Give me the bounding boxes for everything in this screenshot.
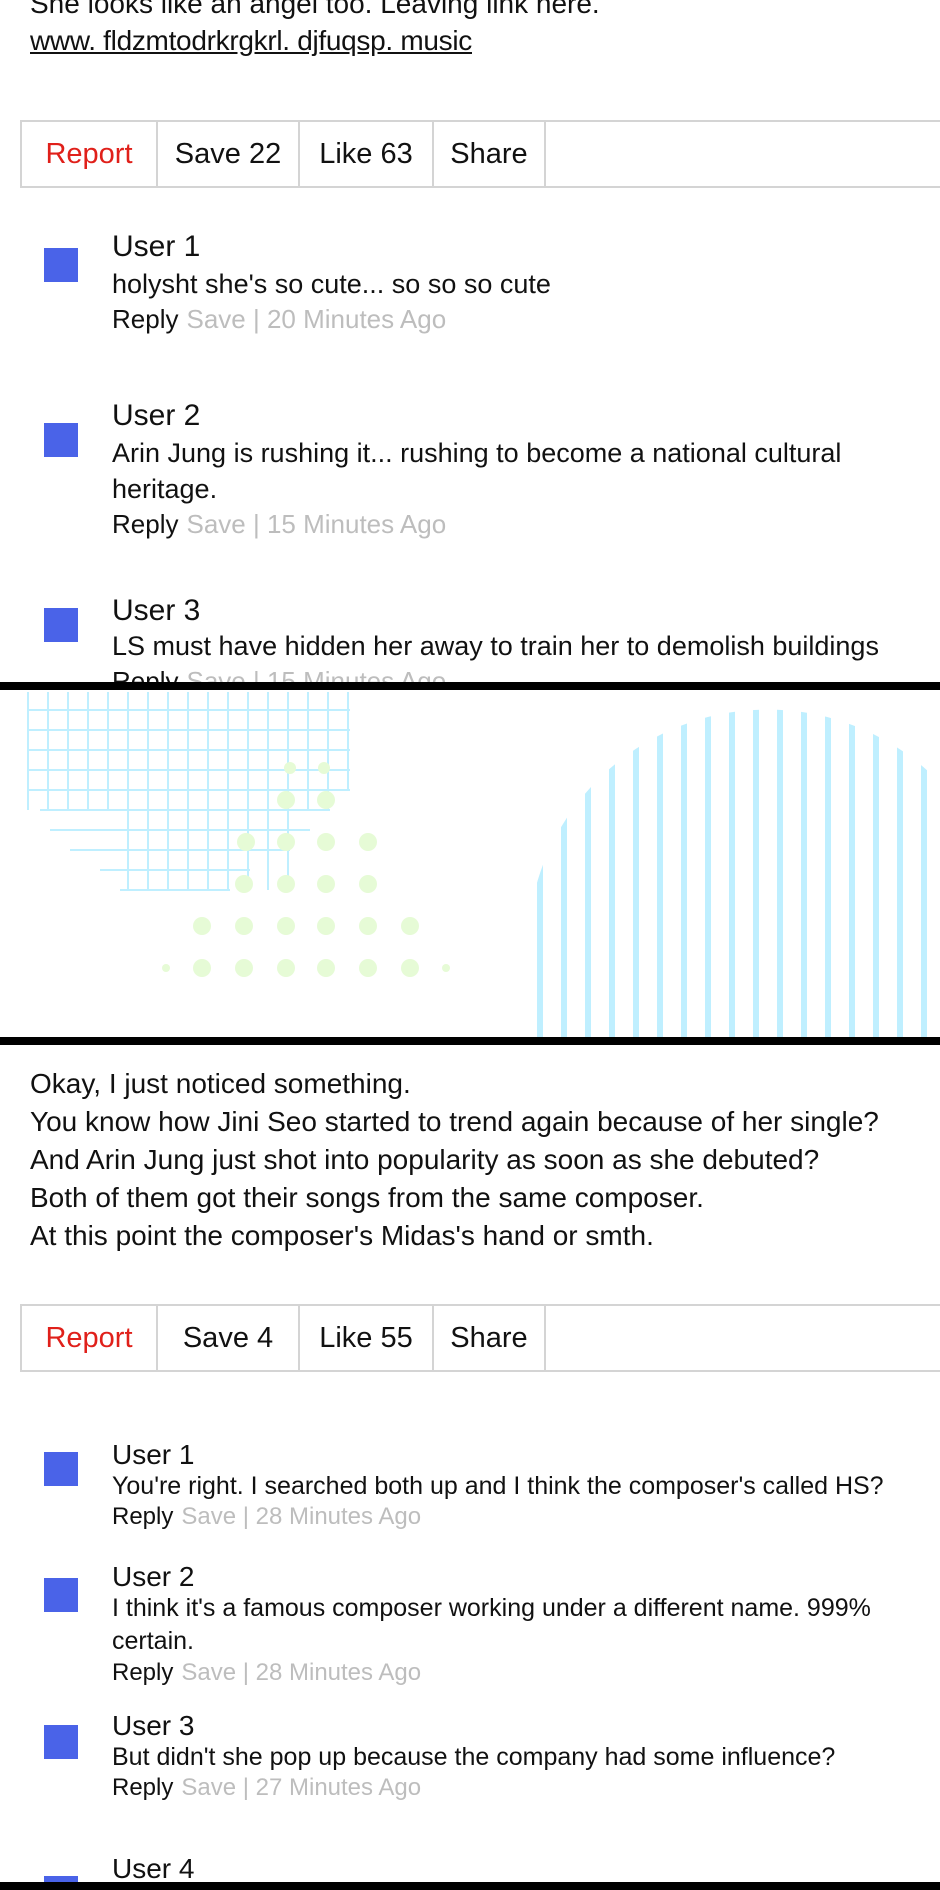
report-button[interactable]: Report <box>22 122 158 186</box>
post-line: Both of them got their songs from the sa… <box>30 1182 704 1213</box>
avatar <box>44 1578 78 1612</box>
stripe-pattern <box>537 709 927 1037</box>
avatar <box>44 608 78 642</box>
comment-timestamp: Save | 27 Minutes Ago <box>181 1774 422 1801</box>
comment-text: I think it's a famous composer working u… <box>112 1594 871 1655</box>
post-line: And Arin Jung just shot into popularity … <box>30 1144 820 1175</box>
avatar <box>44 1452 78 1486</box>
comment-timestamp: Save | 28 Minutes Ago <box>181 1503 422 1530</box>
comment-meta: Reply Save | 15 Minutes Ago <box>112 666 446 682</box>
post-line: Okay, I just noticed something. <box>30 1068 411 1099</box>
reply-button[interactable]: Reply <box>112 666 178 682</box>
reply-button[interactable]: Reply <box>112 1659 173 1686</box>
comment-text: LS must have hidden her away to train he… <box>112 631 879 661</box>
post-line: At this point the composer's Midas's han… <box>30 1220 654 1251</box>
reply-button[interactable]: Reply <box>112 1503 173 1530</box>
post-text: She looks like an angel too. Leaving lin… <box>30 0 600 19</box>
like-button[interactable]: Like 55 <box>300 1306 434 1370</box>
comment-timestamp: Save | 28 Minutes Ago <box>181 1659 422 1686</box>
comment-timestamp: Save | 15 Minutes Ago <box>186 509 447 539</box>
share-button[interactable]: Share <box>434 1306 546 1370</box>
comment-text: Arin Jung is rushing it... rushing to be… <box>112 438 842 504</box>
action-bar-spacer <box>546 1306 940 1370</box>
share-button[interactable]: Share <box>434 122 546 186</box>
panel-divider <box>0 1882 940 1890</box>
post-action-bar: Report Save 22 Like 63 Share <box>20 120 940 188</box>
comment-meta: Reply Save | 27 Minutes Ago <box>112 1773 421 1803</box>
comment-meta: Reply Save | 28 Minutes Ago <box>112 1658 421 1688</box>
avatar <box>44 248 78 282</box>
comment-username: User 1 <box>112 1439 195 1470</box>
comment-meta: Reply Save | 28 Minutes Ago <box>112 1502 421 1532</box>
comment-username: User 2 <box>112 399 201 432</box>
comment-username: User 3 <box>112 594 201 627</box>
comment-timestamp: Save | 20 Minutes Ago <box>186 304 447 334</box>
like-button[interactable]: Like 63 <box>300 122 434 186</box>
comment-timestamp: Save | 15 Minutes Ago <box>186 666 447 682</box>
panel-divider <box>0 682 940 690</box>
decorative-panel <box>0 690 940 1037</box>
top-post-panel: She looks like an angel too. Leaving lin… <box>0 0 940 682</box>
post-body: Okay, I just noticed something. You know… <box>30 1065 879 1255</box>
comment-username: User 3 <box>112 1710 195 1741</box>
reply-button[interactable]: Reply <box>112 304 178 334</box>
reply-button[interactable]: Reply <box>112 509 178 539</box>
comment-username: User 2 <box>112 1561 195 1592</box>
save-button[interactable]: Save 4 <box>158 1306 300 1370</box>
reply-button[interactable]: Reply <box>112 1774 173 1801</box>
post-line: You know how Jini Seo started to trend a… <box>30 1106 879 1137</box>
post-link[interactable]: www. fldzmtodrkrgkrl. djfuqsp. music <box>30 24 472 58</box>
comment-username: User 1 <box>112 230 201 263</box>
comment-text: holysht she's so cute... so so so cute <box>112 269 551 299</box>
decorative-pattern <box>27 692 927 1037</box>
avatar <box>44 423 78 457</box>
comment-meta: Reply Save | 15 Minutes Ago <box>112 509 446 539</box>
post-action-bar: Report Save 4 Like 55 Share <box>20 1304 940 1372</box>
action-bar-spacer <box>546 122 940 186</box>
panel-divider <box>0 1037 940 1045</box>
avatar <box>44 1725 78 1759</box>
comment-text: But didn't she pop up because the compan… <box>112 1743 836 1771</box>
grid-pattern <box>27 692 350 891</box>
comment-text: You're right. I searched both up and I t… <box>112 1472 884 1500</box>
comment-username: User 4 <box>112 1853 195 1882</box>
bottom-post-panel: Okay, I just noticed something. You know… <box>0 1045 940 1882</box>
save-button[interactable]: Save 22 <box>158 122 300 186</box>
report-button[interactable]: Report <box>22 1306 158 1370</box>
comment-meta: Reply Save | 20 Minutes Ago <box>112 304 446 334</box>
